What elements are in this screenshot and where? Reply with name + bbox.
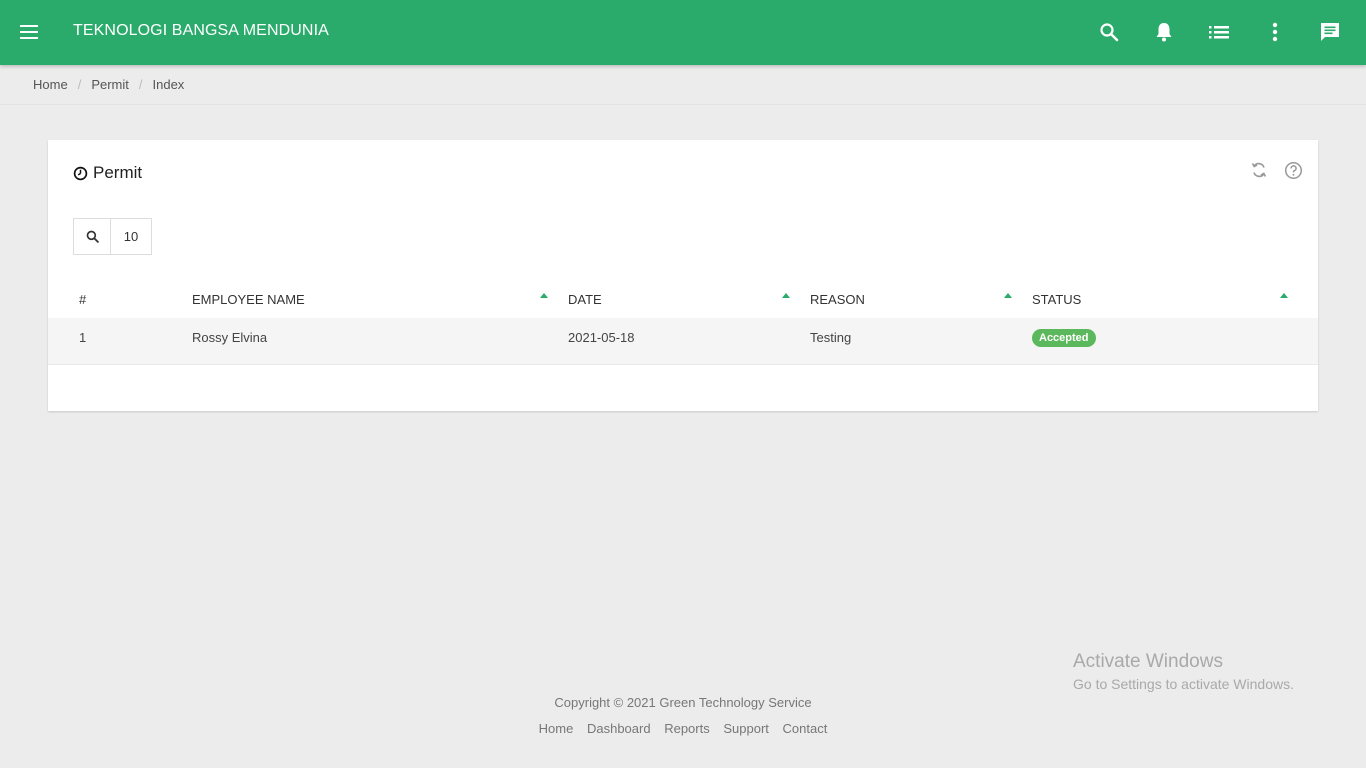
watermark-subtitle: Go to Settings to activate Windows. [1073,676,1294,692]
table-controls: 10 [73,218,152,255]
footer-link-contact[interactable]: Contact [783,721,828,736]
column-header-employee-name[interactable]: EMPLOYEE NAME [192,292,305,307]
status-badge: Accepted [1032,329,1096,347]
help-icon[interactable] [1283,160,1303,180]
footer-copyright: Copyright © 2021 Green Technology Servic… [554,695,812,710]
cell-employee-name: Rossy Elvina [192,330,268,345]
column-header-number[interactable]: # [79,292,86,307]
card-title: Permit [73,163,142,183]
footer-link-home[interactable]: Home [539,721,574,736]
footer-link-support[interactable]: Support [723,721,769,736]
permit-card: Permit 10 # EMPLOYEE NAME DATE REASON ST… [48,140,1318,411]
page-size-select[interactable]: 10 [111,218,152,255]
footer-links: Home Dashboard Reports Support Contact [0,721,1366,736]
sort-asc-icon[interactable] [540,293,548,298]
search-icon[interactable] [1097,20,1121,44]
table-row[interactable]: 1 Rossy Elvina 2021-05-18 Testing Accept… [48,318,1318,365]
breadcrumb-home[interactable]: Home [33,77,68,92]
watermark-title: Activate Windows [1073,651,1223,672]
footer-link-dashboard[interactable]: Dashboard [587,721,651,736]
sort-asc-icon[interactable] [782,293,790,298]
bell-icon[interactable] [1152,20,1176,44]
hamburger-menu-icon[interactable] [17,20,41,44]
breadcrumb-permit[interactable]: Permit [91,77,129,92]
table-header: # EMPLOYEE NAME DATE REASON STATUS [48,280,1318,318]
breadcrumb-separator: / [138,77,143,92]
list-icon[interactable] [1207,20,1231,44]
breadcrumb-index: Index [152,77,185,92]
footer-link-reports[interactable]: Reports [664,721,710,736]
cell-reason: Testing [810,330,852,345]
clock-icon [73,166,88,181]
permit-table: # EMPLOYEE NAME DATE REASON STATUS 1 Ros… [48,280,1318,365]
cell-number: 1 [79,330,87,345]
more-vert-icon[interactable] [1263,20,1287,44]
sort-asc-icon[interactable] [1280,293,1288,298]
breadcrumb-separator: / [77,77,82,92]
card-title-text: Permit [93,163,143,182]
search-toggle-button[interactable] [73,218,111,255]
card-tools [1249,160,1303,180]
top-navbar: TEKNOLOGI BANGSA MENDUNIA [0,0,1366,65]
brand-title[interactable]: TEKNOLOGI BANGSA MENDUNIA [73,22,329,40]
chat-icon[interactable] [1318,20,1342,44]
breadcrumb: Home / Permit / Index [0,65,1366,105]
refresh-icon[interactable] [1249,160,1269,180]
sort-asc-icon[interactable] [1004,293,1012,298]
search-icon [86,230,99,243]
column-header-reason[interactable]: REASON [810,292,865,307]
column-header-status[interactable]: STATUS [1032,292,1081,307]
activate-windows-watermark: Activate Windows Go to Settings to activ… [1073,651,1294,695]
column-header-date[interactable]: DATE [568,292,602,307]
cell-date: 2021-05-18 [568,330,635,345]
